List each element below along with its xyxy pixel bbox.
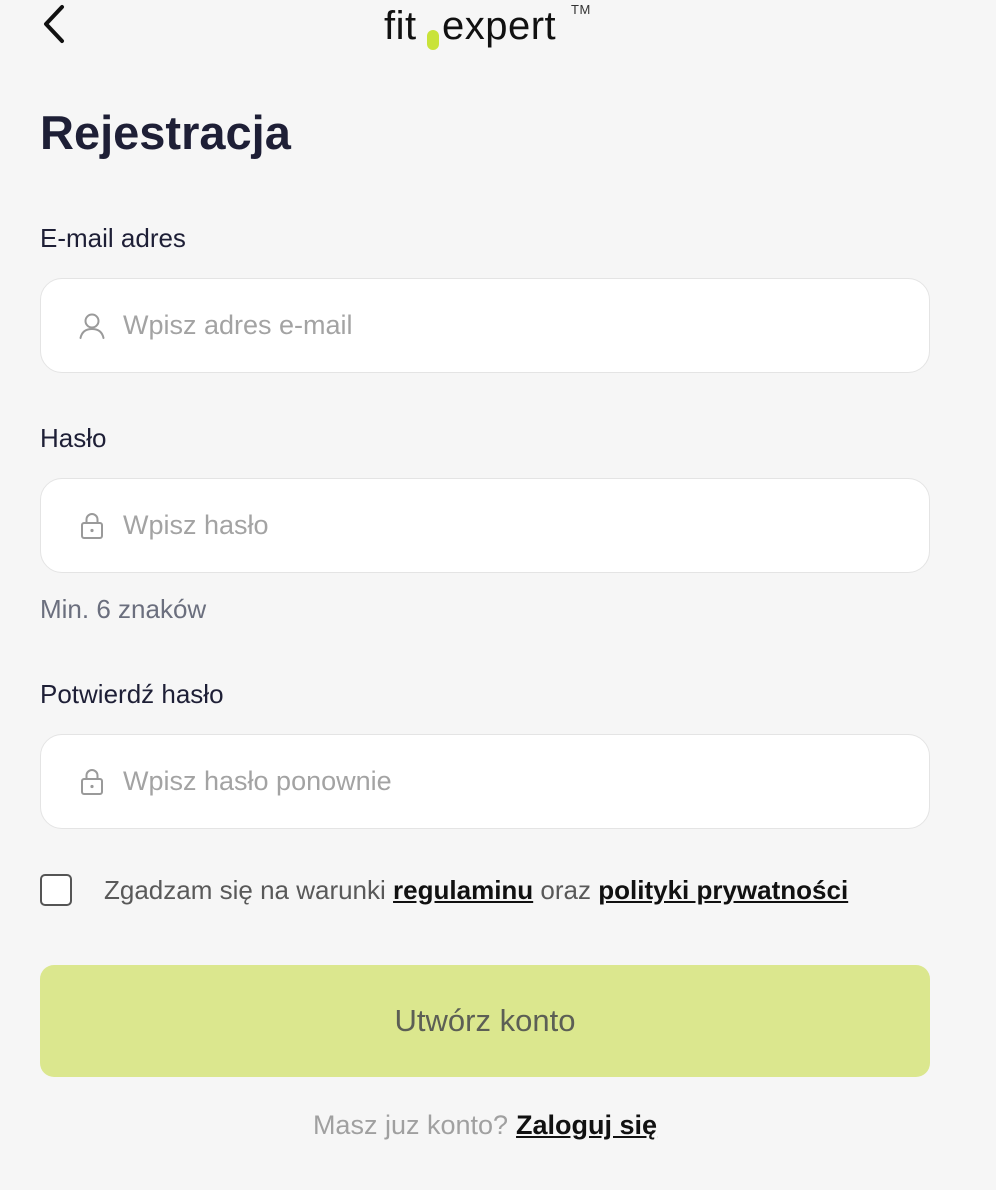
privacy-policy-link[interactable]: polityki prywatności bbox=[598, 875, 848, 905]
login-prompt-row: Masz juz konto? Zaloguj się bbox=[0, 1110, 970, 1141]
lock-icon bbox=[75, 765, 109, 799]
confirm-password-label: Potwierdź hasło bbox=[40, 679, 224, 709]
consent-row: Zgadzam się na warunki regulaminu oraz p… bbox=[40, 870, 940, 910]
confirm-password-field[interactable] bbox=[40, 734, 930, 829]
consent-checkbox[interactable] bbox=[40, 874, 72, 906]
consent-text: Zgadzam się na warunki regulaminu oraz p… bbox=[104, 874, 849, 905]
back-button[interactable] bbox=[34, 2, 74, 46]
lock-icon bbox=[75, 509, 109, 543]
fit-expert-logo: fit expert TM bbox=[384, 2, 591, 50]
password-field[interactable] bbox=[40, 478, 930, 573]
email-label: E-mail adres bbox=[40, 223, 186, 253]
password-input[interactable] bbox=[123, 479, 929, 572]
login-link[interactable]: Zaloguj się bbox=[516, 1110, 657, 1140]
confirm-password-input[interactable] bbox=[123, 735, 929, 828]
terms-link[interactable]: regulaminu bbox=[393, 875, 533, 905]
user-icon bbox=[75, 309, 109, 343]
email-input[interactable] bbox=[123, 279, 929, 372]
password-hint: Min. 6 znaków bbox=[40, 594, 207, 624]
page-title: Rejestracja bbox=[40, 106, 291, 159]
password-label: Hasło bbox=[40, 423, 107, 453]
registration-page: fit expert TM Rejestracja E-mail adres H… bbox=[0, 0, 996, 1190]
logo-accent-dot bbox=[427, 30, 439, 50]
chevron-left-icon bbox=[44, 5, 64, 43]
email-field[interactable] bbox=[40, 278, 930, 373]
create-account-button[interactable]: Utwórz konto bbox=[40, 965, 930, 1077]
login-prompt-text: Masz juz konto? bbox=[312, 1110, 509, 1140]
